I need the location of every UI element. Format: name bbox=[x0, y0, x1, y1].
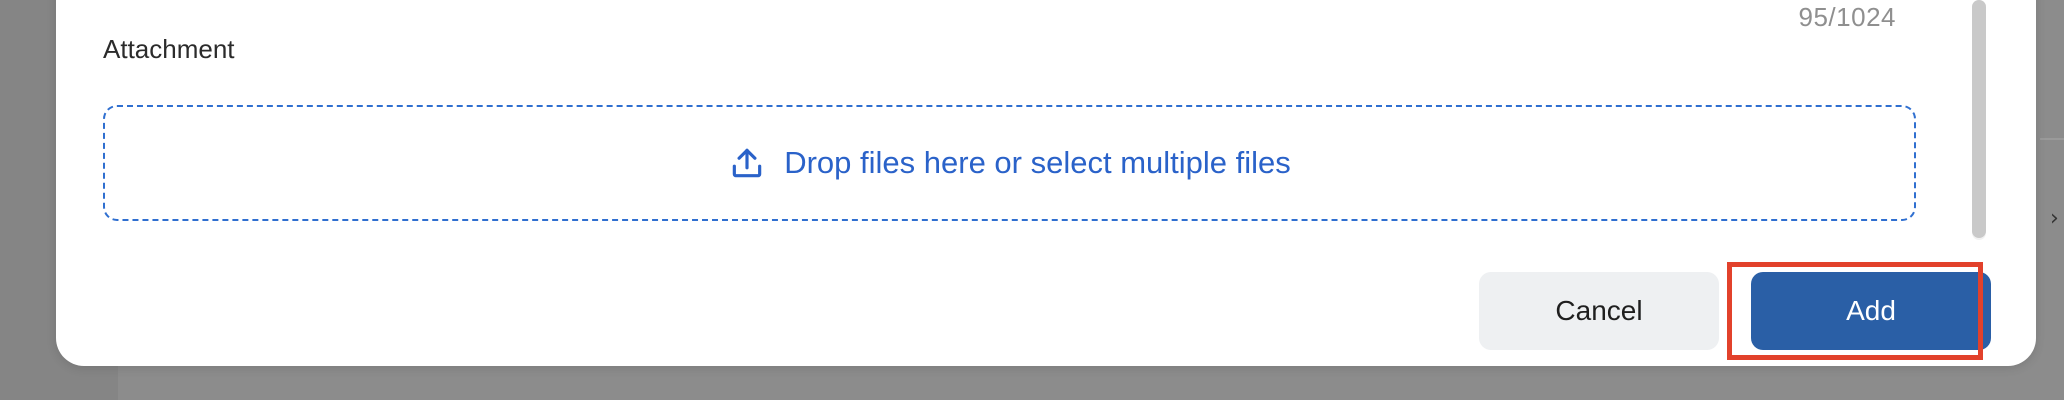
character-counter: 95/1024 bbox=[1798, 2, 1896, 32]
cancel-button[interactable]: Cancel bbox=[1479, 272, 1719, 350]
dropzone-text: Drop files here or select multiple files bbox=[784, 145, 1291, 180]
add-button[interactable]: Add bbox=[1751, 272, 1991, 350]
file-dropzone[interactable]: Drop files here or select multiple files bbox=[103, 105, 1916, 221]
upload-icon bbox=[728, 144, 766, 182]
backdrop-divider bbox=[2040, 138, 2064, 140]
chevron-right-icon: › bbox=[2050, 206, 2059, 231]
attachment-label: Attachment bbox=[103, 34, 235, 64]
scrollbar-thumb[interactable] bbox=[1972, 0, 1986, 238]
add-dialog: 95/1024 Attachment Drop files here or se… bbox=[56, 0, 2036, 366]
